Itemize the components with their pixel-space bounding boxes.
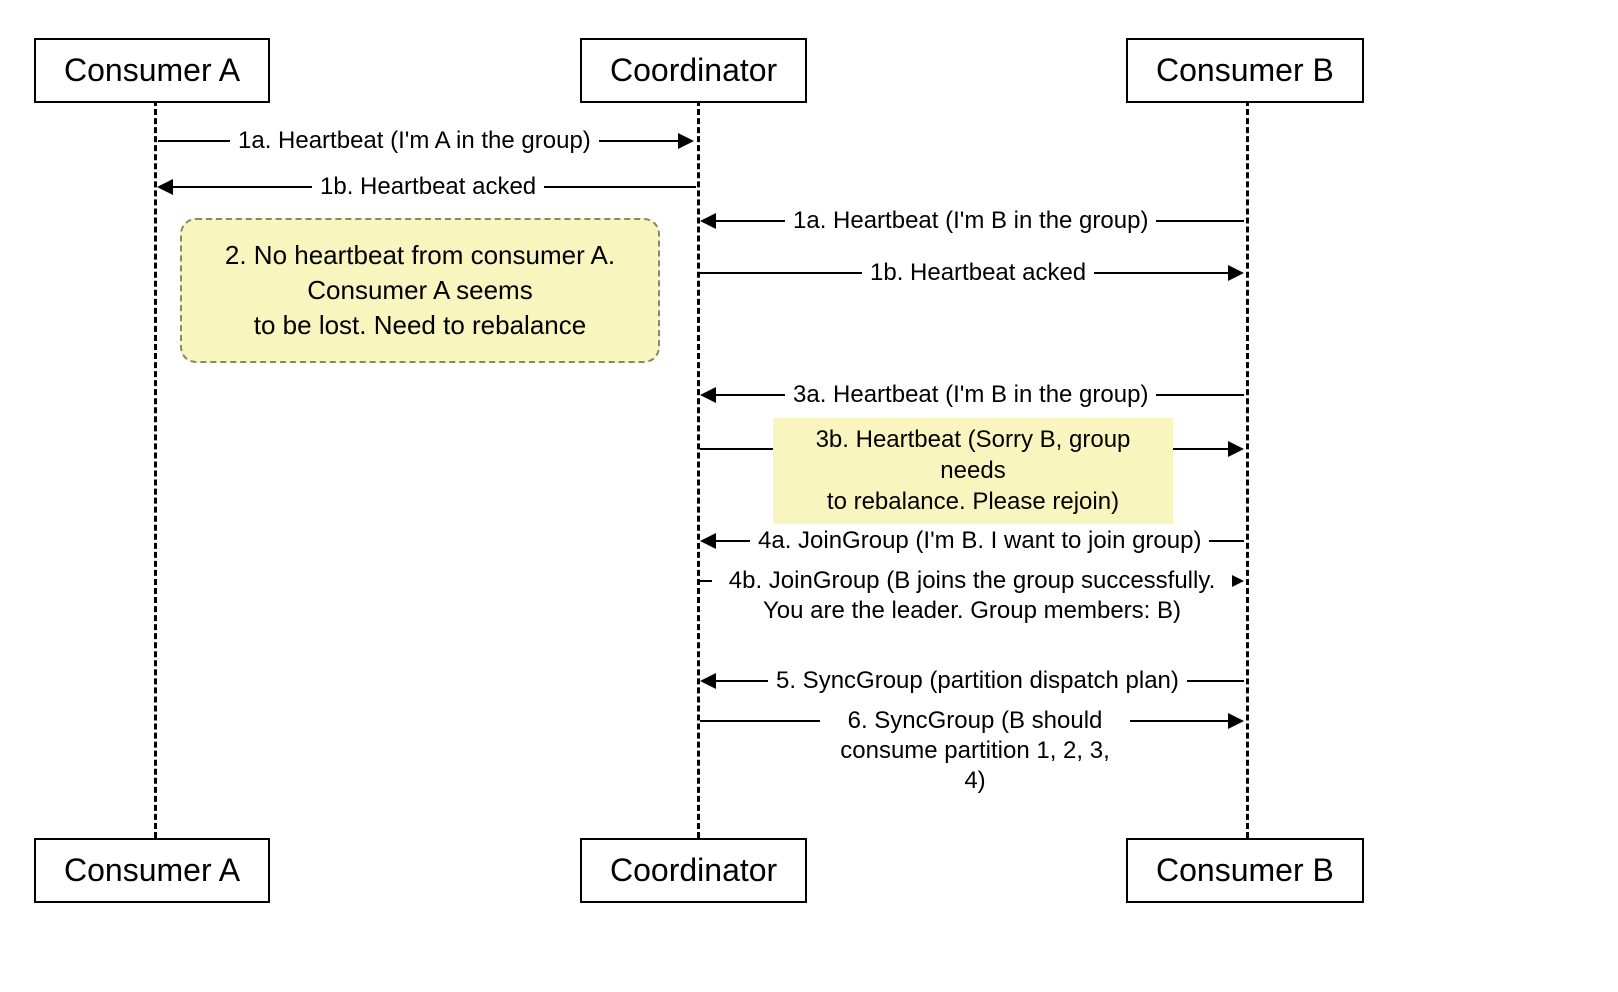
msg-5: 5. SyncGroup (partition dispatch plan): [768, 666, 1187, 696]
lifeline-consumer-a: [154, 100, 157, 838]
actor-label: Consumer A: [64, 852, 240, 889]
arrow-head-4a: [700, 533, 716, 549]
msg-3b: 3b. Heartbeat (Sorry B, group needs to r…: [773, 418, 1173, 524]
msg-6: 6. SyncGroup (B should consume partition…: [820, 706, 1130, 796]
lifeline-consumer-b: [1246, 100, 1249, 838]
actor-consumer-b-bottom: Consumer B: [1126, 838, 1364, 903]
arrow-head-1a-left: [678, 133, 694, 149]
actor-coordinator-bottom: Coordinator: [580, 838, 807, 903]
actor-consumer-a-top: Consumer A: [34, 38, 270, 103]
actor-coordinator-top: Coordinator: [580, 38, 807, 103]
msg-1a-left: 1a. Heartbeat (I'm A in the group): [230, 126, 599, 156]
msg-1b-right: 1b. Heartbeat acked: [862, 258, 1094, 288]
actor-label: Coordinator: [610, 52, 777, 89]
actor-label: Coordinator: [610, 852, 777, 889]
sequence-diagram: Consumer A Coordinator Consumer B Consum…: [0, 0, 1618, 992]
arrow-head-3a: [700, 387, 716, 403]
actor-consumer-b-top: Consumer B: [1126, 38, 1364, 103]
note-text: 2. No heartbeat from consumer A. Consume…: [225, 238, 615, 343]
msg-3a: 3a. Heartbeat (I'm B in the group): [785, 380, 1156, 410]
arrow-head-1b-left: [157, 179, 173, 195]
actor-label: Consumer B: [1156, 852, 1334, 889]
arrow-head-6: [1228, 713, 1244, 729]
msg-1b-left: 1b. Heartbeat acked: [312, 172, 544, 202]
msg-4b: 4b. JoinGroup (B joins the group success…: [712, 566, 1232, 626]
arrow-head-1b-right: [1228, 265, 1244, 281]
actor-label: Consumer A: [64, 52, 240, 89]
arrow-head-1a-right: [700, 213, 716, 229]
actor-consumer-a-bottom: Consumer A: [34, 838, 270, 903]
lifeline-coordinator: [697, 100, 700, 838]
msg-4a: 4a. JoinGroup (I'm B. I want to join gro…: [750, 526, 1209, 556]
arrow-head-3b: [1228, 441, 1244, 457]
arrow-head-5: [700, 673, 716, 689]
actor-label: Consumer B: [1156, 52, 1334, 89]
msg-1a-right: 1a. Heartbeat (I'm B in the group): [785, 206, 1156, 236]
note-rebalance: 2. No heartbeat from consumer A. Consume…: [180, 218, 660, 363]
